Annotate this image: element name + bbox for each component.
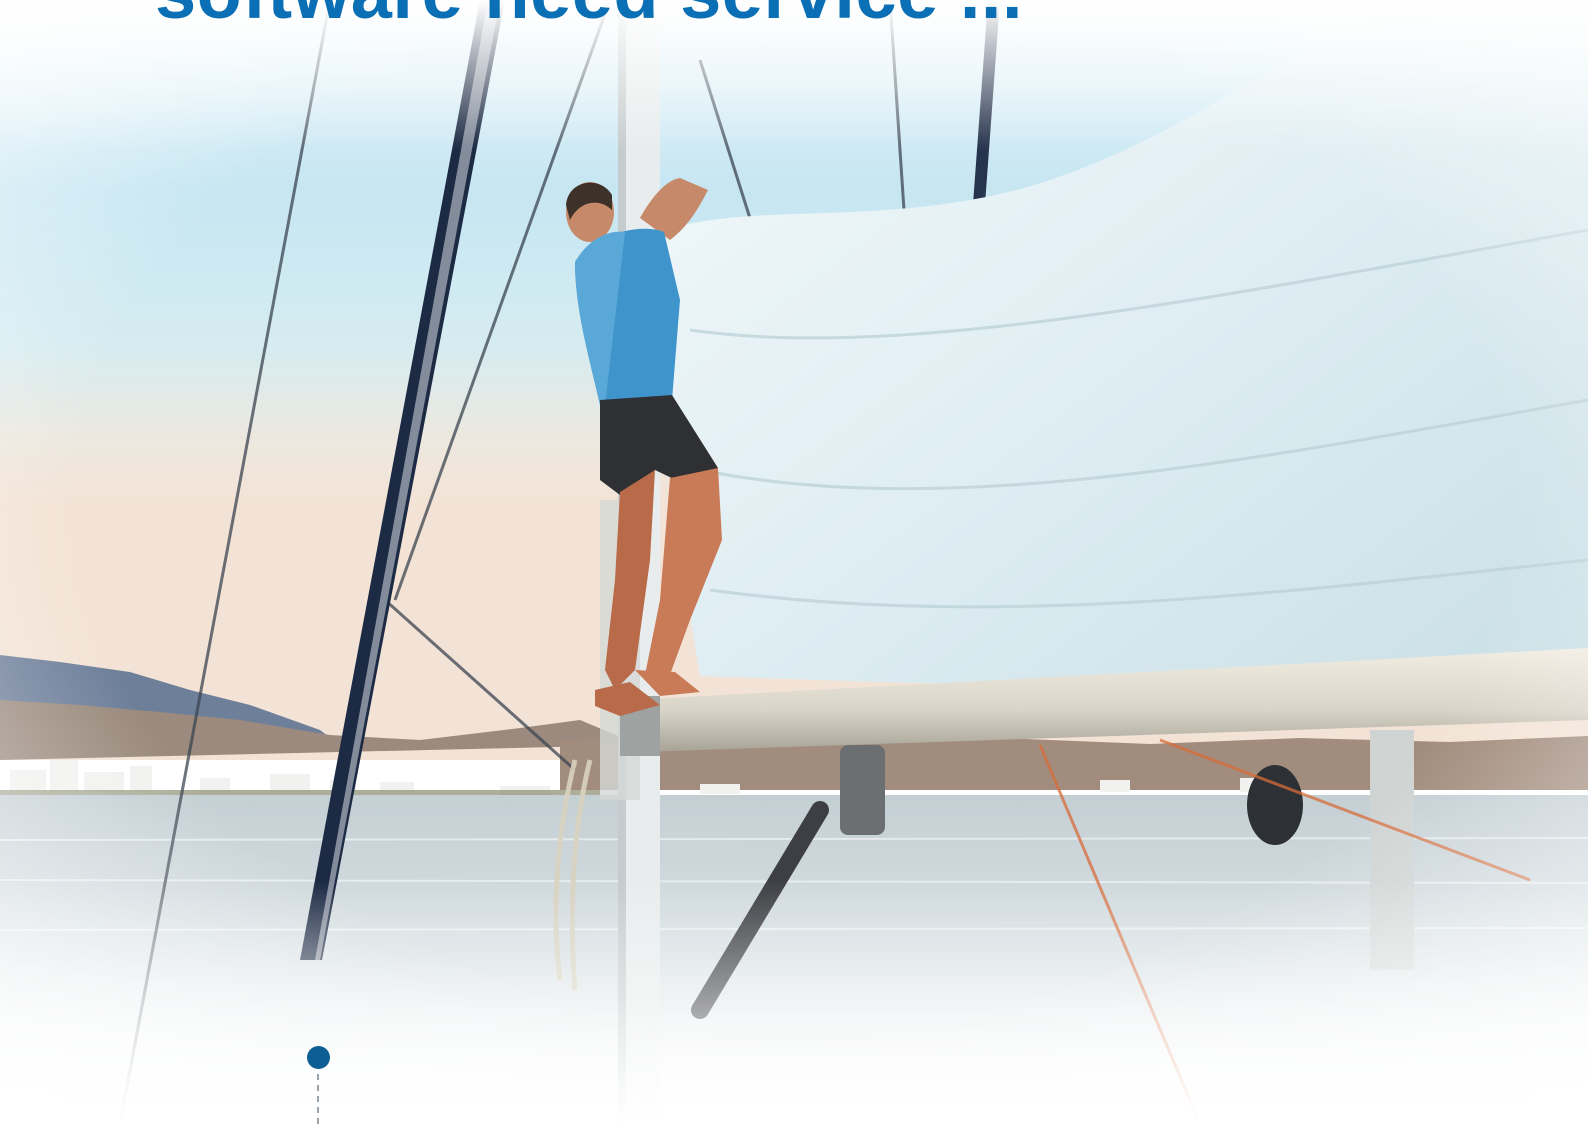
timeline-dot bbox=[307, 1046, 330, 1069]
sailing-photo bbox=[0, 0, 1588, 1124]
page-headline: software need service ... bbox=[155, 0, 1023, 30]
poster-page: software need service ... bbox=[0, 0, 1588, 1124]
timeline-connector bbox=[317, 1074, 319, 1124]
